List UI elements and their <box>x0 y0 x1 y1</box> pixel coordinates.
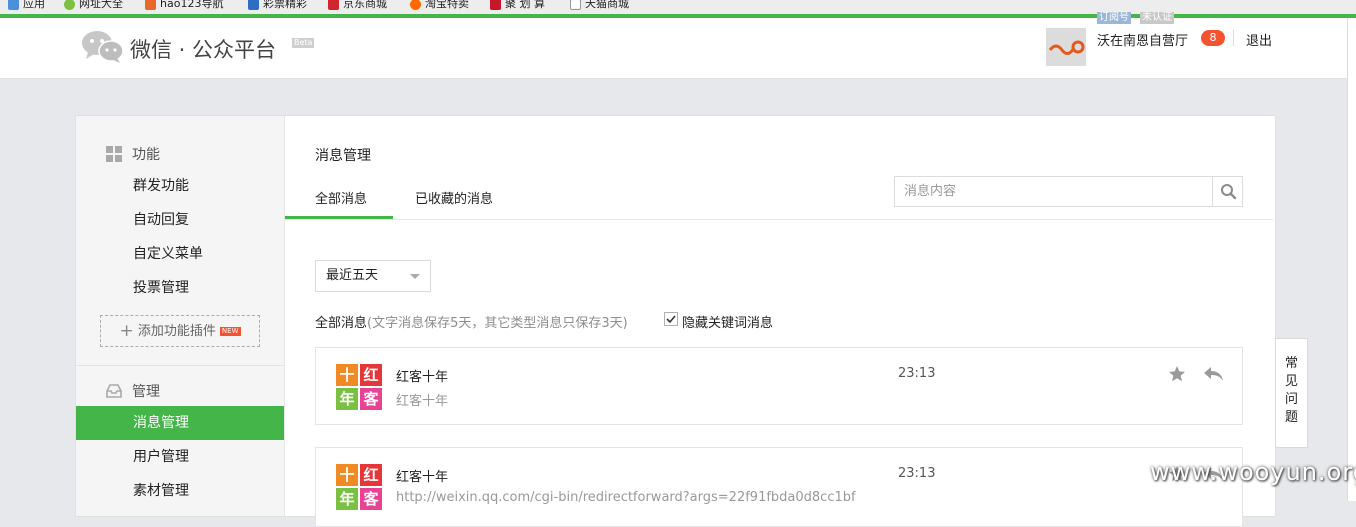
taobao-icon <box>410 0 421 10</box>
search-input[interactable] <box>896 178 1210 205</box>
message-time: 23:13 <box>898 466 936 481</box>
sender-name[interactable]: 红客十年 <box>396 366 448 385</box>
bookmark-taobao[interactable]: 淘宝特卖 <box>410 0 469 10</box>
summary-note: (文字消息保存5天，其它类型消息只保存3天) <box>367 316 628 331</box>
avatar-glyph: 红 <box>360 464 382 486</box>
lottery-icon <box>248 0 259 10</box>
sidebar-item-voting[interactable]: 投票管理 <box>76 271 284 305</box>
sender-avatar[interactable]: 十 红 年 客 <box>336 364 382 410</box>
reply-icon[interactable] <box>1202 365 1224 383</box>
checkmark-icon <box>666 315 676 324</box>
platform-title: 微信 · 公众平台 <box>130 38 277 62</box>
avatar-glyph: 红 <box>360 364 382 386</box>
account-type-badge: 订阅号 <box>1097 12 1131 24</box>
message-content: 红客十年 <box>396 394 449 409</box>
avatar-glyph: 十 <box>336 364 358 386</box>
verification-badge: 未认证 <box>1140 12 1174 24</box>
faq-char: 常 <box>1284 356 1298 371</box>
hao123-icon <box>145 0 156 10</box>
web-directory-icon <box>64 0 75 10</box>
summary-label: 全部消息 <box>315 316 368 331</box>
bookmark-hao123[interactable]: hao123导航 <box>145 0 223 10</box>
hide-keyword-checkbox[interactable] <box>664 312 678 326</box>
avatar-glyph: 客 <box>360 488 382 510</box>
header-divider <box>1233 30 1234 46</box>
bookmark-juhuasuan[interactable]: 聚 划 算 <box>490 0 545 10</box>
chevron-down-icon <box>410 274 420 279</box>
grid-icon <box>106 146 122 162</box>
tabs-divider <box>285 219 1273 220</box>
bookmark-web-directory[interactable]: 网址大全 <box>64 0 123 10</box>
sidebar-section-management: 管理 <box>106 381 160 401</box>
account-avatar[interactable] <box>1046 28 1086 66</box>
hide-keyword-label[interactable]: 隐藏关键词消息 <box>682 312 773 331</box>
avatar-glyph: 客 <box>360 388 382 410</box>
tab-starred-messages[interactable]: 已收藏的消息 <box>415 188 493 207</box>
message-item[interactable]: 十 红 年 客 红客十年 红客十年 23:13 <box>315 347 1243 425</box>
unicom-logo-icon <box>1046 28 1086 66</box>
notification-badge[interactable]: 8 <box>1201 30 1225 46</box>
apps-icon <box>8 0 19 10</box>
watermark: www.wooyun.org <box>1150 458 1356 486</box>
message-item[interactable]: 十 红 年 客 红客十年 http://weixin.qq.com/cgi-bi… <box>315 447 1243 527</box>
search-icon <box>1221 184 1237 200</box>
new-badge: NEW <box>219 327 241 336</box>
avatar-glyph: 年 <box>336 388 358 410</box>
add-plugin-label: 添加功能插件 <box>137 324 216 339</box>
message-time: 23:13 <box>898 366 936 381</box>
inbox-icon <box>106 384 122 398</box>
sidebar-item-custom-menu[interactable]: 自定义菜单 <box>76 237 284 271</box>
search-button[interactable] <box>1212 177 1243 206</box>
juhuasuan-icon <box>490 0 501 10</box>
faq-char: 题 <box>1284 410 1298 425</box>
sidebar-item-material-management[interactable]: 素材管理 <box>76 474 284 508</box>
wechat-logo-icon <box>82 31 124 63</box>
sidebar-item-auto-reply[interactable]: 自动回复 <box>76 203 284 237</box>
add-plugin-button[interactable]: + 添加功能插件 NEW <box>100 315 260 347</box>
tmall-icon <box>570 0 581 10</box>
sidebar-section-features: 功能 <box>106 144 160 164</box>
logout-link[interactable]: 退出 <box>1246 30 1272 49</box>
bookmark-lottery[interactable]: 彩票精彩 <box>248 0 307 10</box>
sender-name[interactable]: 红客十年 <box>396 466 448 485</box>
sidebar-divider <box>76 365 284 366</box>
sidebar-item-mass-send[interactable]: 群发功能 <box>76 169 284 203</box>
sidebar-item-user-management[interactable]: 用户管理 <box>76 440 284 474</box>
faq-char: 问 <box>1284 392 1298 407</box>
scrollbar[interactable] <box>1347 18 1356 501</box>
faq-char: 见 <box>1284 374 1298 389</box>
message-summary: 全部消息(文字消息保存5天，其它类型消息只保存3天) <box>315 312 628 331</box>
page-title: 消息管理 <box>315 148 371 164</box>
tab-all-messages[interactable]: 全部消息 <box>315 188 367 207</box>
beta-badge: Beta <box>292 38 315 48</box>
bookmark-jd[interactable]: 京东商城 <box>328 0 387 10</box>
sender-avatar[interactable]: 十 红 年 客 <box>336 464 382 510</box>
account-name[interactable]: 沃在南恩自营厅 <box>1097 30 1188 49</box>
faq-button[interactable]: 常 见 问 题 <box>1275 338 1308 448</box>
message-content[interactable]: http://weixin.qq.com/cgi-bin/redirectfor… <box>396 490 856 505</box>
sidebar: 功能 群发功能 自动回复 自定义菜单 投票管理 + 添加功能插件 NEW 管理 消… <box>76 116 285 516</box>
sidebar-item-message-management[interactable]: 消息管理 <box>76 406 284 440</box>
avatar-glyph: 十 <box>336 464 358 486</box>
plus-icon: + <box>119 321 134 341</box>
avatar-glyph: 年 <box>336 488 358 510</box>
star-icon[interactable] <box>1168 365 1186 383</box>
jd-icon <box>328 0 339 10</box>
bookmark-apps[interactable]: 应用 <box>8 0 45 10</box>
bookmark-tmall[interactable]: 天猫商城 <box>570 0 629 10</box>
